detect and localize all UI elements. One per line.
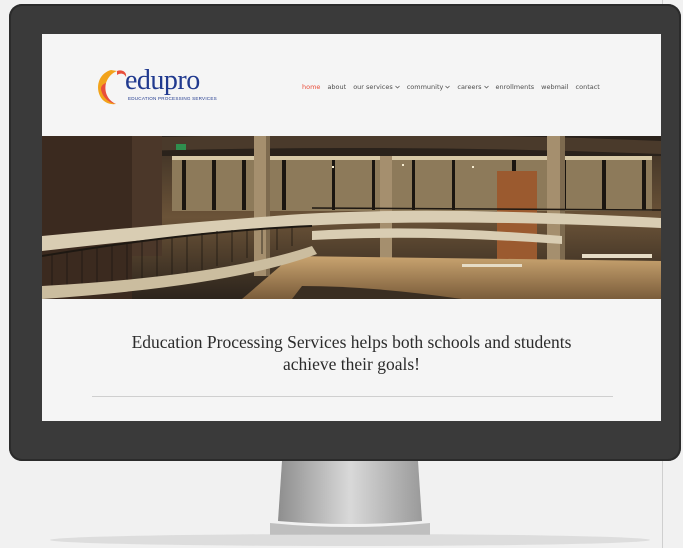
chevron-down-icon (394, 85, 400, 89)
logo-tagline: EDUCATION PROCESSING SERVICES (128, 96, 217, 101)
hero-tagline-line-1: Education Processing Services helps both… (131, 332, 572, 352)
nav-webmail[interactable]: webmail (541, 83, 568, 91)
main-nav: home about our services community career… (302, 81, 600, 93)
nav-community-label: community (406, 83, 444, 91)
content-divider (92, 396, 613, 397)
screen: edupro EDUCATION PROCESSING SERVICES hom… (42, 34, 661, 421)
nav-home[interactable]: home (302, 83, 320, 91)
nav-contact[interactable]: contact (576, 83, 600, 91)
hero-tagline: Education Processing Services helps both… (42, 331, 661, 375)
site-header: edupro EDUCATION PROCESSING SERVICES hom… (42, 34, 661, 136)
chevron-down-icon (483, 85, 489, 89)
logo-wordmark: edupro (125, 65, 200, 96)
monitor-shadow (50, 534, 650, 546)
chevron-down-icon (445, 85, 451, 89)
hero-image (42, 136, 661, 299)
monitor-stand (270, 461, 430, 535)
nav-about-label: about (327, 83, 347, 91)
hero-tagline-line-2: achieve their goals! (282, 354, 421, 374)
nav-home-label: home (302, 83, 321, 91)
logo-mark-icon (98, 70, 127, 105)
nav-our-services-label: our services (353, 83, 393, 91)
nav-webmail-label: webmail (541, 83, 569, 91)
logo[interactable]: edupro EDUCATION PROCESSING SERVICES (94, 65, 234, 107)
nav-careers[interactable]: careers (457, 83, 489, 91)
nav-our-services[interactable]: our services (353, 83, 400, 91)
nav-enrollments[interactable]: enrollments (496, 83, 535, 91)
nav-enrollments-label: enrollments (495, 83, 535, 91)
nav-contact-label: contact (575, 83, 600, 91)
nav-community[interactable]: community (407, 83, 451, 91)
nav-careers-label: careers (457, 83, 482, 91)
nav-about[interactable]: about (327, 83, 346, 91)
library-atrium-photo (42, 136, 661, 299)
